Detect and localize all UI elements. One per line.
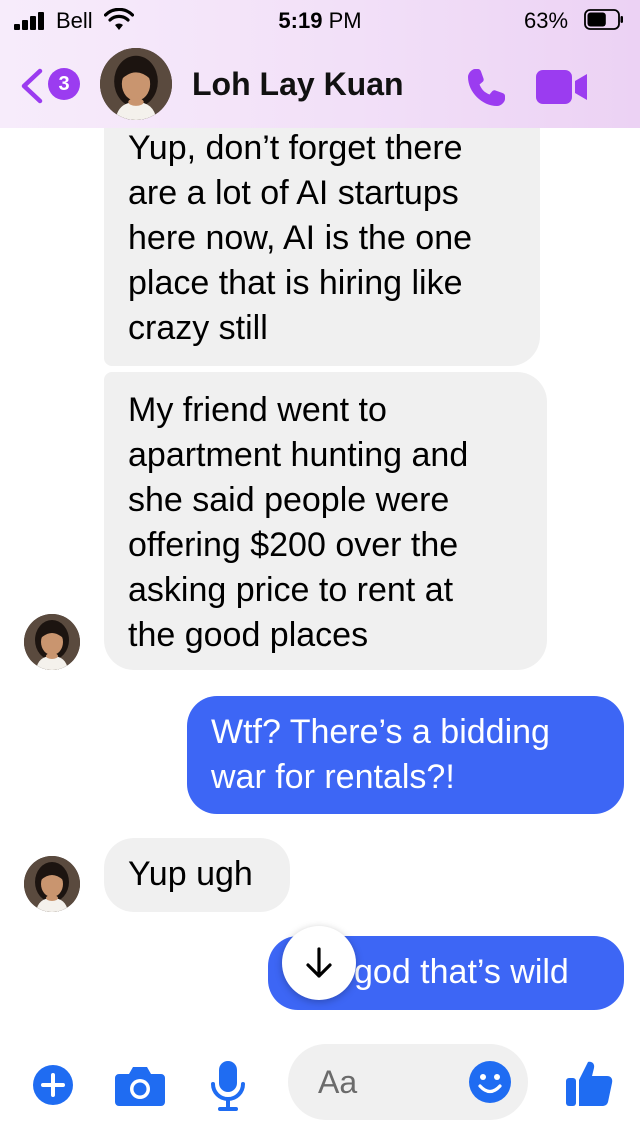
message-line: Yup, don’t forget there <box>128 129 463 167</box>
chevron-left-icon <box>21 68 43 104</box>
message-line: war for rentals?! <box>211 758 455 796</box>
camera-icon[interactable] <box>114 1062 166 1108</box>
message-bubble-outgoing[interactable]: Wtf? There’s a bidding war for rentals?! <box>187 696 624 814</box>
message-line: crazy still <box>128 309 268 347</box>
message-input[interactable] <box>318 1062 468 1102</box>
battery-percentage: 63% <box>524 8 569 33</box>
phone-call-icon[interactable] <box>462 64 510 112</box>
message-line: the good places <box>128 616 369 654</box>
message-line: she said people were <box>128 481 450 519</box>
message-line: are a lot of AI startups <box>128 174 459 212</box>
clock-time: 5:19 <box>278 8 323 33</box>
message-line: offering $200 over the <box>128 526 459 564</box>
message-line: place that is hiring like <box>128 264 463 302</box>
message-line: asking price to rent at <box>128 571 454 609</box>
contact-avatar[interactable] <box>100 48 172 120</box>
nav-bar: 3 Loh Lay Kuan <box>0 40 640 128</box>
message-bubble-incoming[interactable]: My friend went to apartment hunting and … <box>104 372 547 670</box>
battery-icon <box>584 9 623 30</box>
contact-name[interactable]: Loh Lay Kuan <box>192 66 404 103</box>
clock-suffix: PM <box>322 8 362 33</box>
thumbs-up-icon[interactable] <box>564 1058 614 1108</box>
message-bubble-incoming[interactable]: Yup ugh <box>104 838 290 912</box>
message-line: Wtf? There’s a bidding <box>211 713 550 751</box>
emoji-icon[interactable] <box>468 1060 512 1104</box>
message-composer <box>0 1030 640 1136</box>
plus-icon[interactable] <box>32 1064 74 1106</box>
contact-avatar-small[interactable] <box>24 856 80 912</box>
status-bar: Bell 5:19 PM 63% <box>0 0 640 40</box>
message-bubble-incoming[interactable]: Yup, don’t forget there are a lot of AI … <box>104 104 540 366</box>
message-line: apartment hunting and <box>128 436 469 474</box>
microphone-icon[interactable] <box>210 1060 246 1112</box>
scroll-to-bottom-button[interactable] <box>282 926 356 1000</box>
contact-avatar-small[interactable] <box>24 614 80 670</box>
message-input-field[interactable] <box>288 1044 528 1120</box>
video-call-icon[interactable] <box>534 66 590 108</box>
conversation-header: Bell 5:19 PM 63% 3 Loh Lay Kuan <box>0 0 640 128</box>
unread-badge: 3 <box>48 68 80 100</box>
arrow-down-icon <box>306 947 332 978</box>
back-button[interactable]: 3 <box>14 66 84 106</box>
message-line: Yup ugh <box>128 855 253 893</box>
message-line: god that’s wild <box>354 953 569 991</box>
message-line: My friend went to <box>128 391 387 429</box>
message-line: here now, AI is the one <box>128 219 473 257</box>
